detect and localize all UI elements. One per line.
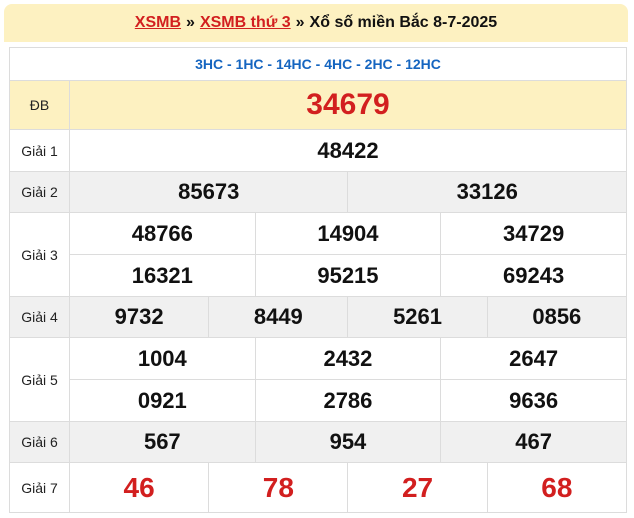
prize-7-value: 68 bbox=[486, 462, 628, 513]
breadcrumb-separator: » bbox=[186, 14, 195, 31]
special-prize-value: 34679 bbox=[69, 80, 627, 130]
special-prize-label: ĐB bbox=[9, 80, 70, 130]
prize-3-value: 95215 bbox=[254, 254, 442, 297]
prize-4-value: 8449 bbox=[208, 296, 349, 338]
prize-2-value: 85673 bbox=[68, 171, 349, 213]
prize-6-value: 954 bbox=[254, 421, 442, 463]
prize-1-value: 48422 bbox=[69, 129, 627, 172]
prize-7-value: 78 bbox=[208, 462, 349, 513]
prize-5-row: Giải 5 1004 2432 2647 bbox=[9, 337, 627, 422]
special-prize-row: ĐB 34679 bbox=[9, 80, 627, 130]
prize-3-row: Giải 3 48766 14904 34729 bbox=[9, 212, 627, 297]
prize-6-row: Giải 6 567 954 467 bbox=[9, 421, 627, 463]
prize-4-row: Giải 4 9732 8449 5261 0856 bbox=[9, 296, 628, 338]
xsmb-tuesday-link[interactable]: XSMB thứ 3 bbox=[200, 14, 291, 32]
draw-codes: 3HC - 1HC - 14HC - 4HC - 2HC - 12HC bbox=[9, 47, 627, 81]
prize-7-label: Giải 7 bbox=[9, 462, 70, 513]
xsmb-link[interactable]: XSMB bbox=[135, 14, 181, 32]
result-table: 3HC - 1HC - 14HC - 4HC - 2HC - 12HC ĐB 3… bbox=[9, 47, 628, 513]
prize-5-value: 2432 bbox=[254, 337, 442, 380]
codes-row: 3HC - 1HC - 14HC - 4HC - 2HC - 12HC bbox=[9, 47, 627, 81]
prize-5-value: 0921 bbox=[69, 379, 256, 422]
prize-1-row: Giải 1 48422 bbox=[9, 129, 627, 172]
prize-5-label: Giải 5 bbox=[9, 337, 70, 422]
result-header: XSMB » XSMB thứ 3 » Xổ số miền Bắc 8-7-2… bbox=[4, 4, 628, 42]
prize-5-value: 2786 bbox=[254, 379, 442, 422]
prize-2-label: Giải 2 bbox=[9, 171, 70, 213]
prize-3-value: 16321 bbox=[69, 254, 256, 297]
prize-4-value: 5261 bbox=[347, 296, 488, 338]
breadcrumb-separator: » bbox=[295, 14, 305, 31]
lottery-result-panel: XSMB » XSMB thứ 3 » Xổ số miền Bắc 8-7-2… bbox=[0, 0, 634, 518]
prize-7-value: 46 bbox=[68, 462, 210, 513]
prize-6-value: 467 bbox=[440, 421, 627, 463]
prize-4-label: Giải 4 bbox=[9, 296, 70, 338]
prize-7-row: Giải 7 46 78 27 68 bbox=[9, 462, 628, 513]
prize-4-value: 9732 bbox=[68, 296, 210, 338]
prize-5-value: 9636 bbox=[440, 379, 627, 422]
prize-3-value: 34729 bbox=[440, 212, 627, 255]
prize-5-value: 2647 bbox=[440, 337, 627, 380]
prize-5-row: 0921 2786 9636 bbox=[10, 379, 627, 422]
prize-1-label: Giải 1 bbox=[9, 129, 70, 172]
prize-2-value: 33126 bbox=[347, 171, 627, 213]
prize-6-label: Giải 6 bbox=[9, 421, 70, 463]
prize-7-value: 27 bbox=[347, 462, 488, 513]
prize-6-value: 567 bbox=[69, 421, 256, 463]
result-title: Xổ số miền Bắc 8-7-2025 bbox=[309, 14, 498, 31]
prize-3-row: 16321 95215 69243 bbox=[10, 254, 627, 297]
prize-4-value: 0856 bbox=[486, 296, 628, 338]
prize-3-label: Giải 3 bbox=[9, 212, 70, 297]
prize-3-value: 48766 bbox=[69, 212, 256, 255]
prize-3-value: 14904 bbox=[254, 212, 442, 255]
prize-5-value: 1004 bbox=[69, 337, 256, 380]
prize-2-row: Giải 2 85673 33126 bbox=[9, 171, 627, 213]
prize-3-value: 69243 bbox=[440, 254, 627, 297]
